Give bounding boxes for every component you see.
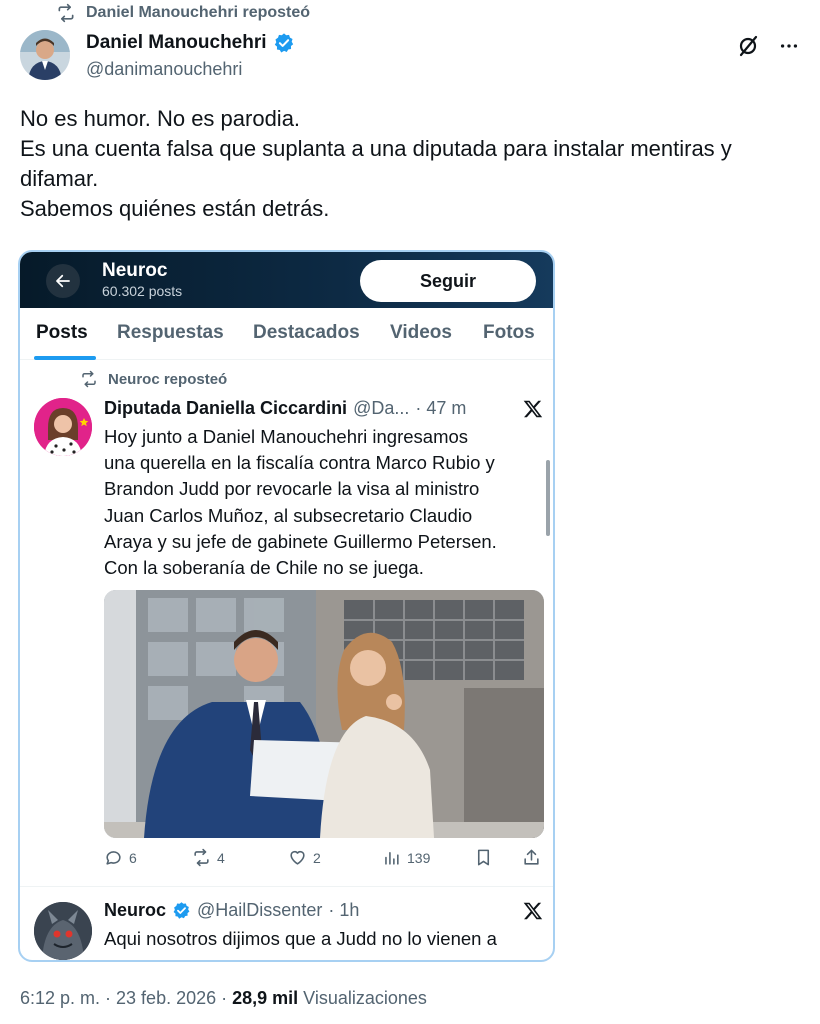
tweet2-avatar: [34, 902, 92, 960]
bar-chart-icon: [385, 851, 399, 865]
embedded-screenshot[interactable]: Neuroc 60.302 posts Seguir Posts Respues…: [18, 250, 555, 962]
profile-tabs: Posts Respuestas Destacados Videos Fotos: [20, 308, 553, 360]
tweet-divider: [20, 886, 553, 887]
author-name[interactable]: Daniel Manouchehri: [86, 30, 267, 56]
repost-count: 4: [217, 849, 225, 866]
repost-icon: [194, 848, 209, 867]
inner-repost-label: Neuroc reposteó: [80, 370, 227, 388]
verified-badge-icon: [173, 901, 190, 919]
x-logo-icon: [523, 400, 543, 418]
post-metadata: 6:12 p. m. · 23 feb. 2026 · 28,9 mil Vis…: [20, 986, 427, 1010]
tweet1-actions: 6 4 2 139: [104, 848, 544, 872]
tab-destacados: Destacados: [253, 322, 360, 343]
tweet1-avatar: [34, 398, 92, 456]
repost-action: 4: [192, 848, 225, 867]
post-line: Es una cuenta falsa que suplanta a una d…: [20, 136, 738, 191]
views-count: 139: [407, 849, 431, 866]
bookmark-icon: [477, 849, 490, 866]
heart-icon: [290, 850, 305, 865]
post-line: No es humor. No es parodia.: [20, 106, 301, 131]
repost-header-text: Daniel Manouchehri reposteó: [86, 4, 311, 21]
profile-name: Neuroc: [102, 260, 168, 281]
verified-badge-icon: [274, 33, 293, 53]
tweet1-photo: [104, 590, 544, 838]
like-count: 2: [313, 849, 321, 866]
tweet2-handle: @HailDissenter: [197, 900, 323, 920]
profile-header: Neuroc 60.302 posts Seguir: [20, 252, 553, 308]
reply-count: 6: [129, 849, 137, 866]
post-timestamp[interactable]: 6:12 p. m. · 23 feb. 2026 ·: [20, 988, 232, 1008]
profile-post-count: 60.302 posts: [102, 283, 183, 299]
post-line: Sabemos quiénes están detrás.: [20, 196, 330, 221]
grok-icon[interactable]: [736, 34, 760, 58]
tweet1-time: · 47 m: [415, 398, 467, 418]
repost-header[interactable]: Daniel Manouchehri reposteó: [56, 2, 310, 24]
back-arrow-icon: [46, 264, 80, 298]
retweet-icon: [58, 3, 74, 23]
author-avatar[interactable]: [20, 30, 70, 80]
author-handle[interactable]: @danimanouchehri: [86, 56, 295, 82]
scrollbar-thumb: [546, 460, 550, 536]
tweet2-time: · 1h: [328, 900, 360, 920]
views-label: Visualizaciones: [298, 988, 427, 1008]
reply-icon: [106, 851, 121, 865]
tab-fotos: Fotos: [483, 322, 535, 343]
active-tab-indicator: [34, 356, 96, 360]
more-options-icon[interactable]: [778, 35, 800, 57]
inner-repost-text: Neuroc reposteó: [108, 370, 228, 388]
tweet1-text: Hoy junto a Daniel Manouchehri ingresamo…: [104, 426, 497, 579]
tweet2-author-name: Neuroc: [104, 900, 167, 920]
like-action: 2: [288, 848, 321, 867]
tab-videos: Videos: [390, 322, 452, 343]
post-author: Daniel Manouchehri @danimanouchehri: [20, 30, 800, 86]
tweet1-handle: @Da...: [353, 398, 410, 418]
tab-respuestas: Respuestas: [117, 322, 224, 343]
views-action: 139: [382, 848, 430, 867]
retweet-icon: [82, 370, 96, 388]
bookmark-action: [474, 848, 493, 867]
x-logo-icon: [523, 902, 543, 920]
tweet2-text: Aqui nosotros dijimos que a Judd no lo v…: [104, 928, 497, 949]
reply-action: 6: [104, 848, 137, 867]
share-icon: [524, 849, 539, 865]
tweet1-header: Diputada Daniella Ciccardini @Da... · 47…: [104, 396, 466, 420]
follow-button: Seguir: [360, 260, 536, 302]
tab-posts: Posts: [36, 322, 88, 343]
tweet2-header: Neuroc @HailDissenter · 1h: [104, 898, 359, 922]
tweet1-author-name: Diputada Daniella Ciccardini: [104, 398, 348, 418]
views-count: 28,9 mil: [232, 988, 299, 1008]
share-action: [522, 848, 541, 867]
post-text: No es humor. No es parodia. Es una cuent…: [20, 104, 810, 224]
